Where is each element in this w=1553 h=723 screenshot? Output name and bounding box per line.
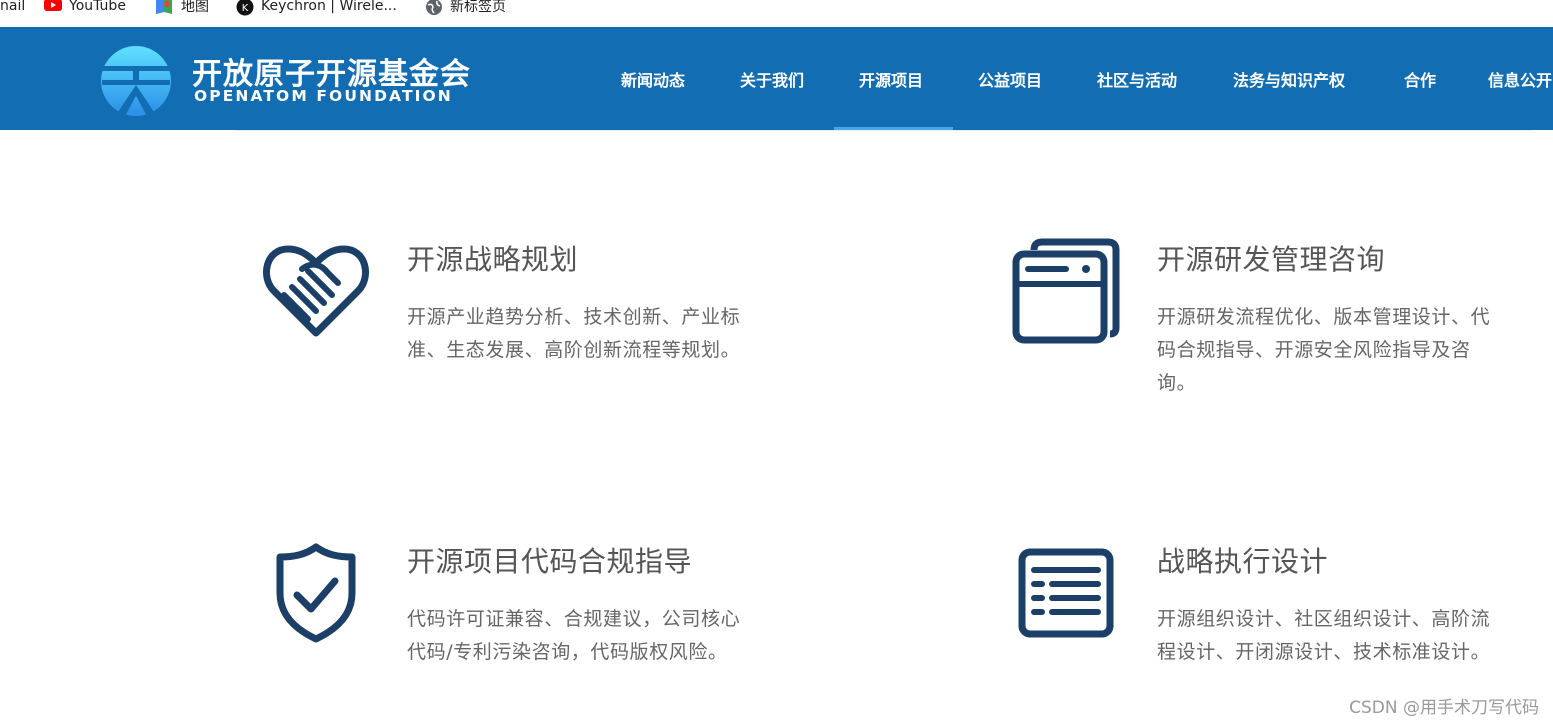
bookmark-youtube[interactable]: YouTube xyxy=(44,0,126,16)
handshake-heart-icon xyxy=(263,245,369,337)
header-divider xyxy=(235,130,1533,131)
nav-disclosure[interactable]: 信息公开 xyxy=(1488,67,1552,91)
bookmarks-bar: nail YouTube 地图 K Keychron | Wirele... 新… xyxy=(0,0,1553,27)
feature-title: 开源研发管理咨询 xyxy=(1157,243,1386,276)
bookmark-newtab[interactable]: 新标签页 xyxy=(425,0,506,16)
nav-community[interactable]: 社区与活动 xyxy=(1097,67,1177,91)
bookmark-label: Keychron | Wirele... xyxy=(261,0,397,14)
bookmark-maps[interactable]: 地图 xyxy=(156,0,209,16)
bookmark-label: 地图 xyxy=(181,0,209,15)
feature-description: 开源组织设计、社区组织设计、高阶流程设计、开闭源设计、技术标准设计。 xyxy=(1157,608,1491,663)
bookmark-label: nail xyxy=(0,0,26,14)
feature-description: 代码许可证兼容、合规建议，公司核心代码/专利污染咨询，代码版权风险。 xyxy=(407,608,741,663)
nav-legal[interactable]: 法务与知识产权 xyxy=(1233,67,1345,91)
bookmark-keychron[interactable]: K Keychron | Wirele... xyxy=(236,0,397,16)
youtube-icon xyxy=(44,0,62,14)
site-header: 开放原子开源基金会 OPENATOM FOUNDATION 新闻动态 关于我们 … xyxy=(0,27,1553,130)
csdn-watermark: CSDN @用手术刀写代码 xyxy=(1349,698,1539,718)
feature-description: 开源产业趋势分析、技术创新、产业标准、生态发展、高阶创新流程等规划。 xyxy=(407,306,741,361)
feature-title: 战略执行设计 xyxy=(1157,545,1329,578)
nav-about[interactable]: 关于我们 xyxy=(740,67,804,91)
maps-icon xyxy=(156,0,172,14)
bookmark-label: YouTube xyxy=(69,0,126,14)
main-nav: 新闻动态 关于我们 开源项目 公益项目 社区与活动 法务与知识产权 合作 信息公… xyxy=(0,27,1553,130)
keychron-icon: K xyxy=(236,0,254,16)
bookmark-label: 新标签页 xyxy=(450,0,506,15)
list-document-icon xyxy=(1018,548,1114,638)
feature-title: 开源战略规划 xyxy=(407,243,579,276)
shield-check-icon xyxy=(276,543,356,643)
nav-charity[interactable]: 公益项目 xyxy=(978,67,1042,91)
feature-description: 开源研发流程优化、版本管理设计、代码合规指导、开源安全风险指导及咨询。 xyxy=(1157,306,1491,394)
bookmark-gmail[interactable]: nail xyxy=(0,0,25,16)
feature-title: 开源项目代码合规指导 xyxy=(407,545,693,578)
nav-news[interactable]: 新闻动态 xyxy=(621,67,685,91)
nav-cooperation[interactable]: 合作 xyxy=(1404,67,1436,91)
browser-windows-icon xyxy=(1012,238,1120,344)
svg-text:K: K xyxy=(242,3,249,14)
globe-icon xyxy=(425,0,442,15)
nav-projects[interactable]: 开源项目 xyxy=(859,67,923,91)
